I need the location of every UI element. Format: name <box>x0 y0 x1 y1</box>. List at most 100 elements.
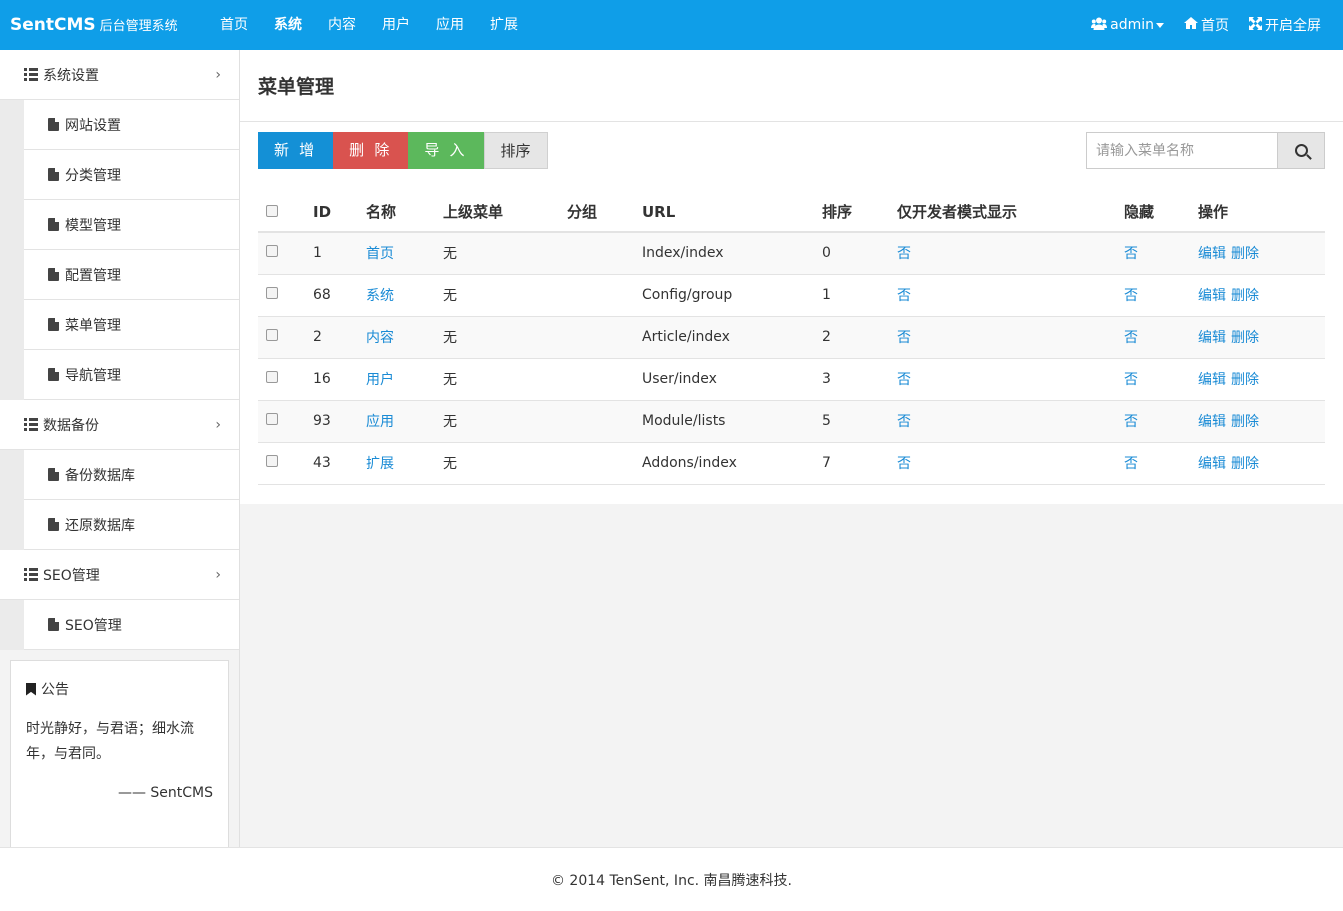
import-button[interactable]: 导 入 <box>408 132 484 169</box>
top-navbar: SentCMS 后台管理系统 首页 系统 内容 用户 应用 扩展 admin 首… <box>0 0 1343 50</box>
delete-link[interactable]: 删除 <box>1231 330 1259 346</box>
sidebar-item-label: 分类管理 <box>65 167 121 184</box>
menu-name-link[interactable]: 系统 <box>366 288 394 304</box>
cell-hidden: 否 <box>1124 400 1198 443</box>
file-icon <box>48 218 59 231</box>
menu-name-link[interactable]: 扩展 <box>366 456 394 472</box>
select-all-checkbox[interactable] <box>266 204 278 217</box>
dev-only-toggle[interactable]: 否 <box>897 372 911 388</box>
search-input[interactable] <box>1086 132 1277 169</box>
user-menu[interactable]: admin <box>1081 17 1174 34</box>
cell-id: 68 <box>313 274 366 317</box>
table-body: 1 首页无 Index/index 0 否否编辑 删除 68 系统无 Config/group 1… <box>258 232 1325 485</box>
home-link[interactable]: 首页 <box>1174 15 1239 35</box>
hidden-toggle[interactable]: 否 <box>1124 456 1138 472</box>
delete-link[interactable]: 删除 <box>1231 372 1259 388</box>
sidebar-item-seo[interactable]: SEO管理 <box>24 600 239 650</box>
sidebar-item-site-settings[interactable]: 网站设置 <box>24 100 239 150</box>
sidebar-item-config[interactable]: 配置管理 <box>24 250 239 300</box>
file-icon <box>48 618 59 631</box>
edit-link[interactable]: 编辑 <box>1198 372 1226 388</box>
table-row: 43 扩展无 Addons/index 7 否否编辑 删除 <box>258 442 1325 485</box>
sidebar-item-navigation[interactable]: 导航管理 <box>24 350 239 400</box>
cell-actions: 编辑 删除 <box>1198 274 1325 317</box>
sidebar-item-label: 备份数据库 <box>65 467 135 484</box>
search-icon <box>1294 144 1308 157</box>
cell-actions: 编辑 删除 <box>1198 358 1325 401</box>
sidebar-group-data-backup[interactable]: 数据备份 › <box>0 400 239 450</box>
row-checkbox[interactable] <box>266 287 278 299</box>
brand[interactable]: SentCMS 后台管理系统 <box>0 15 200 35</box>
sort-button[interactable]: 排序 <box>483 132 548 169</box>
edit-link[interactable]: 编辑 <box>1198 330 1226 346</box>
hidden-toggle[interactable]: 否 <box>1124 246 1138 262</box>
dev-only-toggle[interactable]: 否 <box>897 414 911 430</box>
col-sort: 排序 <box>822 192 897 233</box>
sidebar-group-system-settings[interactable]: 系统设置 › <box>0 50 239 100</box>
row-checkbox[interactable] <box>266 455 278 467</box>
search-button[interactable] <box>1277 132 1325 169</box>
dev-only-toggle[interactable]: 否 <box>897 288 911 304</box>
cell-group <box>567 358 642 401</box>
nav-extensions[interactable]: 扩展 <box>477 0 531 50</box>
delete-link[interactable]: 删除 <box>1231 456 1259 472</box>
caret-down-icon <box>1156 22 1164 28</box>
fullscreen-icon <box>1249 16 1262 34</box>
sidebar-item-menu[interactable]: 菜单管理 <box>24 300 239 350</box>
cell-sort: 5 <box>822 400 897 443</box>
dev-only-toggle[interactable]: 否 <box>897 246 911 262</box>
delete-link[interactable]: 删除 <box>1231 288 1259 304</box>
cell-id: 43 <box>313 442 366 485</box>
user-name: admin <box>1110 17 1154 33</box>
nav-users[interactable]: 用户 <box>369 0 423 50</box>
dev-only-toggle[interactable]: 否 <box>897 456 911 472</box>
nav-home[interactable]: 首页 <box>207 0 261 50</box>
menu-name-link[interactable]: 首页 <box>366 246 394 262</box>
hidden-toggle[interactable]: 否 <box>1124 288 1138 304</box>
cell-url: User/index <box>642 358 822 401</box>
row-checkbox[interactable] <box>266 413 278 425</box>
row-checkbox[interactable] <box>266 371 278 383</box>
dev-only-toggle[interactable]: 否 <box>897 330 911 346</box>
nav-system[interactable]: 系统 <box>261 0 315 50</box>
delete-link[interactable]: 删除 <box>1231 246 1259 262</box>
cell-id: 16 <box>313 358 366 401</box>
sidebar-item-restore-db[interactable]: 还原数据库 <box>24 500 239 550</box>
sidebar-item-label: 还原数据库 <box>65 517 135 534</box>
sidebar-item-backup-db[interactable]: 备份数据库 <box>24 450 239 500</box>
edit-link[interactable]: 编辑 <box>1198 456 1226 472</box>
hidden-toggle[interactable]: 否 <box>1124 330 1138 346</box>
cell-url: Module/lists <box>642 400 822 443</box>
cell-parent: 无 <box>443 232 567 275</box>
footer: © 2014 TenSent, Inc. 南昌腾速科技. <box>0 847 1343 911</box>
chevron-right-icon: › <box>215 66 221 83</box>
cell-hidden: 否 <box>1124 232 1198 275</box>
nav-apps[interactable]: 应用 <box>423 0 477 50</box>
fullscreen-toggle[interactable]: 开启全屏 <box>1239 15 1331 35</box>
delete-button[interactable]: 删 除 <box>333 132 409 169</box>
edit-link[interactable]: 编辑 <box>1198 288 1226 304</box>
edit-link[interactable]: 编辑 <box>1198 414 1226 430</box>
sidebar-group-label: 系统设置 <box>43 67 99 84</box>
col-url: URL <box>642 192 822 233</box>
sidebar-item-category[interactable]: 分类管理 <box>24 150 239 200</box>
home-link-label: 首页 <box>1201 18 1229 34</box>
sidebar-group-seo[interactable]: SEO管理 › <box>0 550 239 600</box>
cell-url: Article/index <box>642 316 822 359</box>
row-checkbox[interactable] <box>266 245 278 258</box>
cell-sort: 3 <box>822 358 897 401</box>
page-header: 菜单管理 <box>240 50 1343 122</box>
cell-group <box>567 316 642 359</box>
add-button[interactable]: 新 增 <box>258 132 334 169</box>
menu-name-link[interactable]: 用户 <box>366 372 394 388</box>
delete-link[interactable]: 删除 <box>1231 414 1259 430</box>
hidden-toggle[interactable]: 否 <box>1124 414 1138 430</box>
sidebar-item-model[interactable]: 模型管理 <box>24 200 239 250</box>
menu-name-link[interactable]: 内容 <box>366 330 394 346</box>
row-checkbox[interactable] <box>266 329 278 341</box>
hidden-toggle[interactable]: 否 <box>1124 372 1138 388</box>
nav-content[interactable]: 内容 <box>315 0 369 50</box>
menu-name-link[interactable]: 应用 <box>366 414 394 430</box>
edit-link[interactable]: 编辑 <box>1198 246 1226 262</box>
row-select-cell <box>258 316 313 359</box>
